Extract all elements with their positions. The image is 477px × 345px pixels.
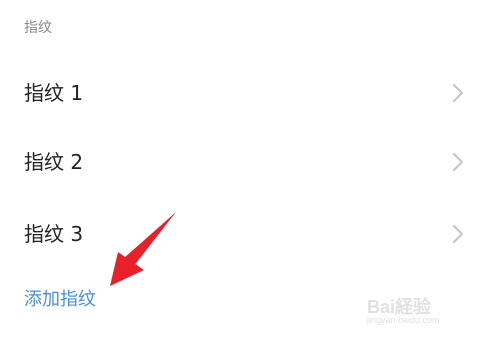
chevron-right-icon — [453, 225, 463, 243]
add-fingerprint-link[interactable]: 添加指纹 — [24, 288, 96, 312]
watermark: Bai経验 jingyan.baidu.com — [367, 291, 459, 331]
fingerprint-item-label: 指纹 1 — [24, 81, 84, 105]
watermark-subtext: jingyan.baidu.com — [367, 315, 440, 325]
fingerprint-item-3[interactable]: 指纹 3 — [0, 206, 477, 262]
section-header: 指纹 — [24, 20, 52, 36]
fingerprint-item-2[interactable]: 指纹 2 — [0, 134, 477, 190]
fingerprint-settings-screen: 指纹 指纹 1 指纹 2 指纹 3 添加指纹 Bai経验 jingyan.bai… — [0, 0, 477, 345]
fingerprint-item-label: 指纹 2 — [24, 150, 84, 174]
chevron-right-icon — [453, 84, 463, 102]
fingerprint-item-1[interactable]: 指纹 1 — [0, 65, 477, 121]
fingerprint-item-label: 指纹 3 — [24, 222, 84, 246]
chevron-right-icon — [453, 153, 463, 171]
